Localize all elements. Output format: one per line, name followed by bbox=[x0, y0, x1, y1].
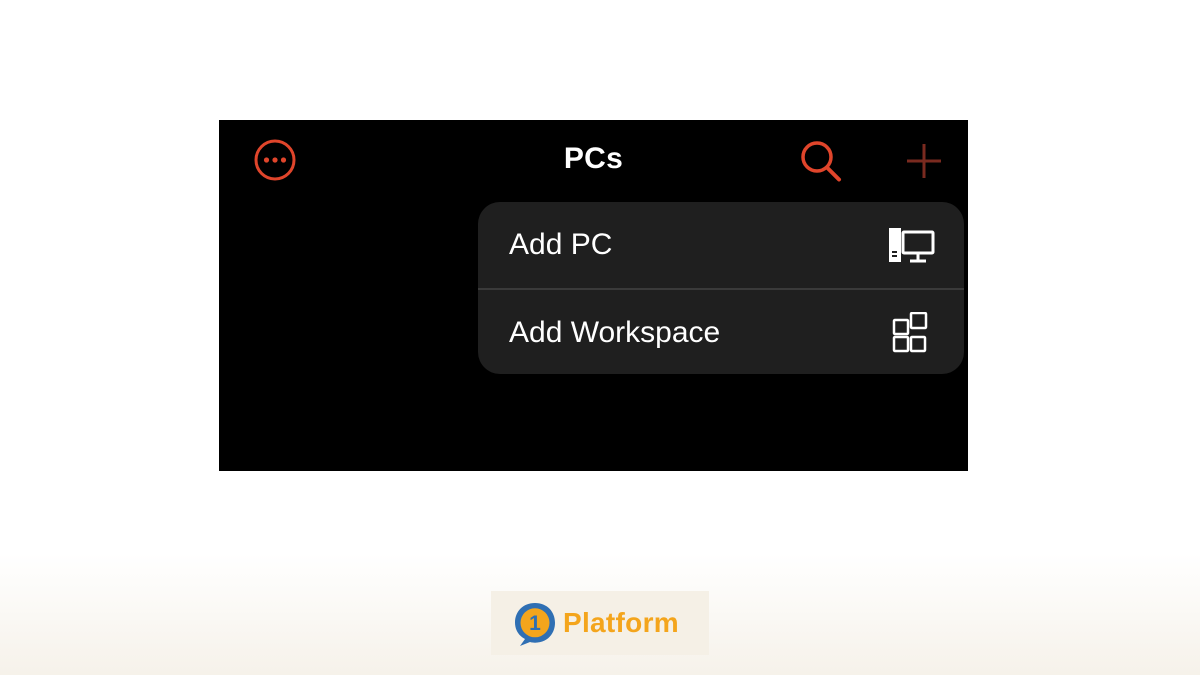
menu-item-add-pc[interactable]: Add PC bbox=[478, 202, 964, 288]
more-button[interactable] bbox=[253, 138, 297, 182]
plus-icon bbox=[907, 144, 941, 178]
brand-logo: 1 Platform bbox=[491, 591, 709, 655]
page-title-wrap: PCs bbox=[219, 141, 968, 177]
menu-item-label: Add PC bbox=[509, 228, 613, 261]
add-menu: Add PC Add Workspace bbox=[478, 202, 964, 374]
search-button[interactable] bbox=[797, 138, 845, 186]
page-title: PCs bbox=[563, 142, 624, 175]
desktop-pc-icon bbox=[889, 228, 935, 263]
brand-logo-mark-icon: 1 bbox=[515, 603, 555, 646]
search-icon bbox=[801, 141, 841, 182]
app-screen: PCs Add PC Add Workspace bbox=[219, 120, 968, 471]
workspace-grid-icon bbox=[892, 312, 928, 353]
logo-badge-text: 1 bbox=[529, 612, 541, 635]
menu-item-add-workspace[interactable]: Add Workspace bbox=[478, 288, 964, 374]
add-button[interactable] bbox=[905, 142, 943, 180]
brand-logo-text: Platform bbox=[563, 607, 679, 638]
menu-item-label: Add Workspace bbox=[509, 316, 721, 349]
more-horizontal-icon bbox=[254, 139, 296, 181]
